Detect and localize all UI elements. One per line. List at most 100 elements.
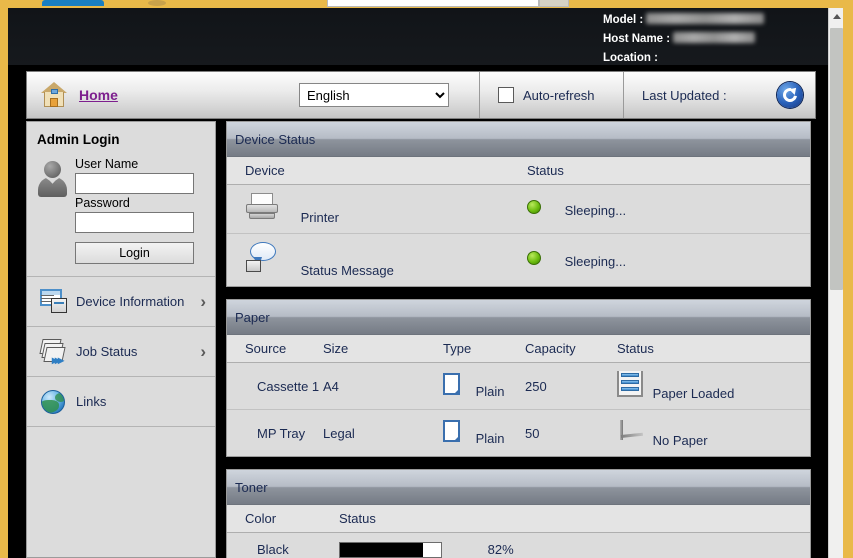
sidebar-item-device-information[interactable]: Device Information › (27, 277, 215, 327)
column-header-type: Type (443, 335, 525, 364)
no-paper-icon (617, 418, 644, 444)
status-indicator-green (527, 200, 541, 214)
location-row: Location : (603, 49, 764, 68)
paper-loaded-icon (617, 371, 643, 398)
toner-panel: Toner Color Status Black 82% (226, 469, 811, 558)
printer-icon (245, 193, 279, 221)
column-header-size: Size (323, 335, 443, 364)
device-cell: Printer (227, 184, 527, 235)
admin-login-box: Admin Login User Name Password Login (27, 122, 215, 277)
status-message-icon (245, 242, 279, 274)
home-icon (41, 82, 67, 108)
host-name-value-redacted (673, 32, 756, 44)
device-name: Status Message (300, 263, 394, 279)
user-avatar-icon (37, 161, 69, 203)
host-name-row: Host Name : (603, 30, 764, 49)
address-bar[interactable] (327, 0, 539, 7)
password-input[interactable] (75, 212, 194, 233)
model-row: Model : (603, 11, 765, 30)
toner-level-bar (339, 541, 442, 558)
table-row: Cassette 1 A4 Plain 250 Paper Loaded (227, 362, 810, 411)
content-column: Device Status Device Status Printer Slee… (226, 121, 816, 558)
paper-status-text: No Paper (652, 433, 708, 449)
top-navigation-bar: Home English Auto-refresh Last Updated : (26, 71, 816, 119)
device-information-icon (39, 288, 69, 316)
device-name: Printer (300, 210, 339, 226)
chevron-right-icon: › (200, 341, 206, 361)
username-label: User Name (75, 157, 139, 171)
toner-color-cell: Black (227, 532, 339, 558)
browser-tab-favicon (148, 0, 166, 6)
paper-status-cell: Paper Loaded (617, 362, 810, 411)
toner-status-cell: 82% (339, 532, 810, 558)
model-value-redacted (646, 13, 765, 25)
column-header-status: Status (339, 505, 810, 534)
column-header-device: Device (227, 157, 527, 185)
scrollbar-thumb[interactable] (830, 28, 843, 290)
toner-table: Color Status Black 82% (227, 505, 810, 558)
column-header-status: Status (527, 157, 810, 185)
username-input[interactable] (75, 173, 194, 194)
device-status-table: Device Status Printer Sleeping... Status… (227, 157, 810, 287)
paper-sheet-icon (443, 373, 460, 396)
language-nav-cell: English (299, 72, 479, 118)
capacity-cell: 250 (525, 362, 617, 411)
sidebar-item-label: Device Information (76, 294, 185, 309)
table-row: Black 82% (227, 532, 810, 558)
type-text: Plain (475, 384, 505, 400)
admin-login-title: Admin Login (37, 132, 120, 147)
last-updated-nav-cell: Last Updated : (623, 72, 815, 118)
device-status-panel-title: Device Status (227, 122, 810, 157)
type-text: Plain (475, 431, 505, 447)
location-label: Location : (603, 52, 658, 64)
column-header-status: Status (617, 335, 810, 364)
auto-refresh-checkbox[interactable] (498, 87, 514, 103)
column-header-source: Source (227, 335, 323, 364)
globe-icon (39, 388, 69, 416)
home-nav-cell[interactable]: Home (27, 72, 299, 118)
last-updated-label: Last Updated : (642, 87, 727, 103)
table-row: Printer Sleeping... (227, 184, 810, 235)
device-identity-block: Model : Host Name : Location : (603, 11, 765, 68)
paper-sheet-icon (443, 420, 460, 443)
page-viewport: Model : Host Name : Location : Home Engl… (8, 8, 843, 558)
chevron-up-icon (832, 14, 841, 19)
paper-status-cell: No Paper (617, 409, 810, 457)
home-link[interactable]: Home (79, 87, 118, 103)
type-cell: Plain (443, 362, 525, 411)
table-header-row: Color Status (227, 505, 810, 534)
size-cell: Legal (323, 409, 443, 457)
chevron-right-icon: › (200, 291, 206, 311)
device-cell: Status Message (227, 233, 527, 287)
host-name-label: Host Name : (603, 33, 671, 45)
browser-tab[interactable] (42, 0, 104, 6)
size-cell: A4 (323, 362, 443, 411)
sidebar-item-job-status[interactable]: ▸▸▸ Job Status › (27, 327, 215, 377)
table-row: MP Tray Legal Plain 50 No Paper (227, 409, 810, 457)
address-bar-go-button[interactable] (539, 0, 569, 7)
status-indicator-green (527, 251, 541, 266)
language-select[interactable]: English (299, 83, 449, 107)
paper-panel: Paper Source Size Type Capacity Status C… (226, 299, 811, 458)
main-content-area: Admin Login User Name Password Login Dev… (26, 121, 816, 558)
refresh-icon[interactable] (777, 82, 803, 108)
sidebar-item-label: Links (76, 394, 107, 409)
browser-chrome-right (569, 0, 853, 8)
status-text: Sleeping... (564, 203, 627, 219)
auto-refresh-nav-cell[interactable]: Auto-refresh (479, 72, 623, 118)
status-text: Sleeping... (564, 254, 627, 270)
capacity-cell: 50 (525, 409, 617, 457)
column-header-color: Color (227, 505, 339, 534)
sidebar-item-label: Job Status (76, 344, 138, 359)
status-cell: Sleeping... (527, 184, 810, 235)
source-cell: Cassette 1 (227, 362, 323, 411)
job-status-icon: ▸▸▸ (39, 338, 69, 367)
scroll-up-button[interactable] (829, 8, 843, 25)
login-button[interactable]: Login (75, 242, 194, 264)
type-cell: Plain (443, 409, 525, 457)
auto-refresh-label: Auto-refresh (523, 87, 595, 103)
sidebar-item-links[interactable]: Links (27, 377, 215, 427)
device-banner: Model : Host Name : Location : (8, 8, 828, 65)
vertical-scrollbar[interactable] (828, 8, 843, 558)
paper-status-text: Paper Loaded (652, 386, 735, 402)
